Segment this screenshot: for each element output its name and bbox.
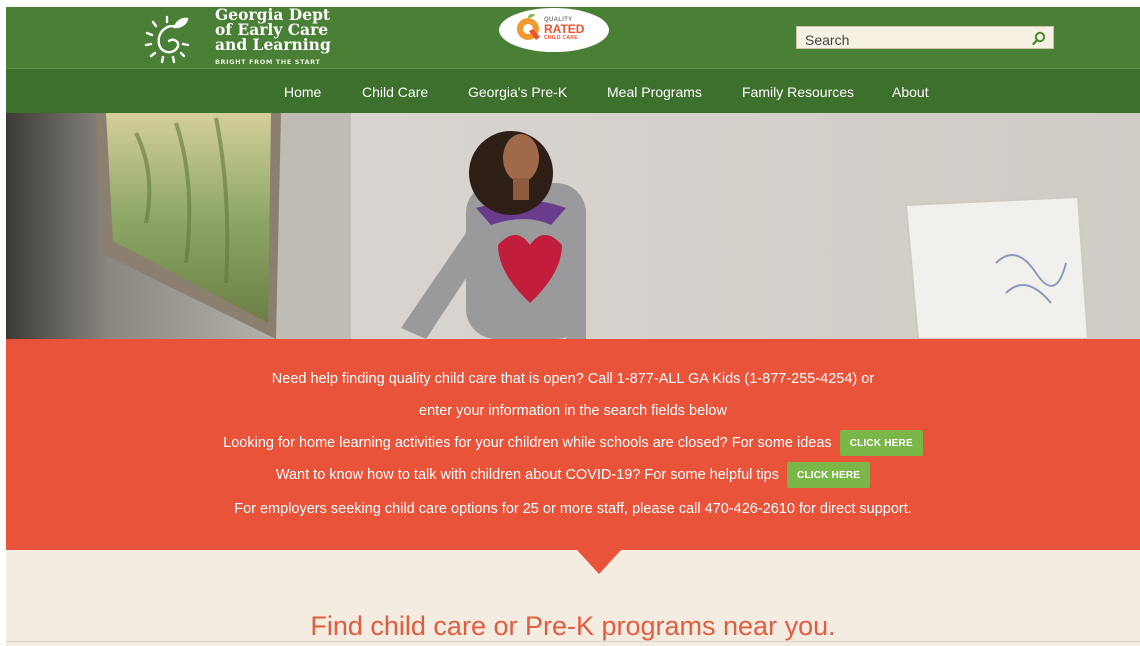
logo-wordmark: Georgia Dept of Early Care and Learning [215, 7, 331, 54]
search-icon [1032, 31, 1046, 45]
sun-logo-icon [144, 15, 190, 64]
page: Georgia Dept of Early Care and Learning … [0, 0, 1140, 646]
banner-pointer-arrow [577, 550, 621, 574]
info-banner: Need help finding quality child care tha… [6, 339, 1140, 550]
home-learning-click-here-button[interactable]: CLICK HERE [839, 430, 923, 456]
main-nav: Home Child Care Georgia's Pre-K Meal Pro… [6, 68, 1140, 113]
find-programs-section: Find child care or Pre-K programs near y… [6, 550, 1140, 646]
nav-item-family-resources[interactable]: Family Resources [742, 84, 854, 100]
nav-item-meal-programs[interactable]: Meal Programs [607, 84, 702, 100]
section-divider [6, 641, 1140, 642]
nav-item-georgias-pre-k[interactable]: Georgia's Pre-K [468, 84, 567, 100]
search-input[interactable] [797, 27, 1025, 48]
nav-item-home[interactable]: Home [284, 84, 321, 100]
site-header: Georgia Dept of Early Care and Learning … [6, 7, 1140, 68]
quality-rated-badge[interactable]: QUALITY RATED CHILD CARE [499, 8, 609, 52]
logo-line: and Learning [215, 35, 331, 54]
nav-item-about[interactable]: About [892, 84, 929, 100]
hero-image [6, 113, 1140, 339]
hero-illustration [6, 113, 1140, 339]
banner-line-employers: For employers seeking child care options… [234, 501, 912, 517]
banner-covid-text: Want to know how to talk with children a… [275, 466, 779, 483]
banner-line-helpline: Need help finding quality child care tha… [271, 371, 875, 387]
nav-item-child-care[interactable]: Child Care [362, 84, 428, 100]
banner-line-search-hint: enter your information in the search fie… [419, 403, 727, 419]
banner-line-home-learning: Looking for home learning activities for… [6, 430, 1140, 456]
search-box [796, 26, 1054, 49]
banner-line-covid: Want to know how to talk with children a… [6, 462, 1140, 488]
badge-childcare-text: CHILD CARE [544, 35, 578, 41]
logo-tagline: BRIGHT FROM THE START [215, 58, 321, 66]
quality-rated-q-icon [517, 14, 540, 40]
search-button[interactable] [1027, 27, 1051, 48]
find-programs-heading: Find child care or Pre-K programs near y… [310, 611, 836, 641]
badge-rated-text: RATED [544, 22, 585, 36]
decal-logo[interactable]: Georgia Dept of Early Care and Learning … [142, 7, 342, 68]
covid-tips-click-here-button[interactable]: CLICK HERE [787, 462, 871, 488]
banner-home-learning-text: Looking for home learning activities for… [223, 434, 832, 451]
